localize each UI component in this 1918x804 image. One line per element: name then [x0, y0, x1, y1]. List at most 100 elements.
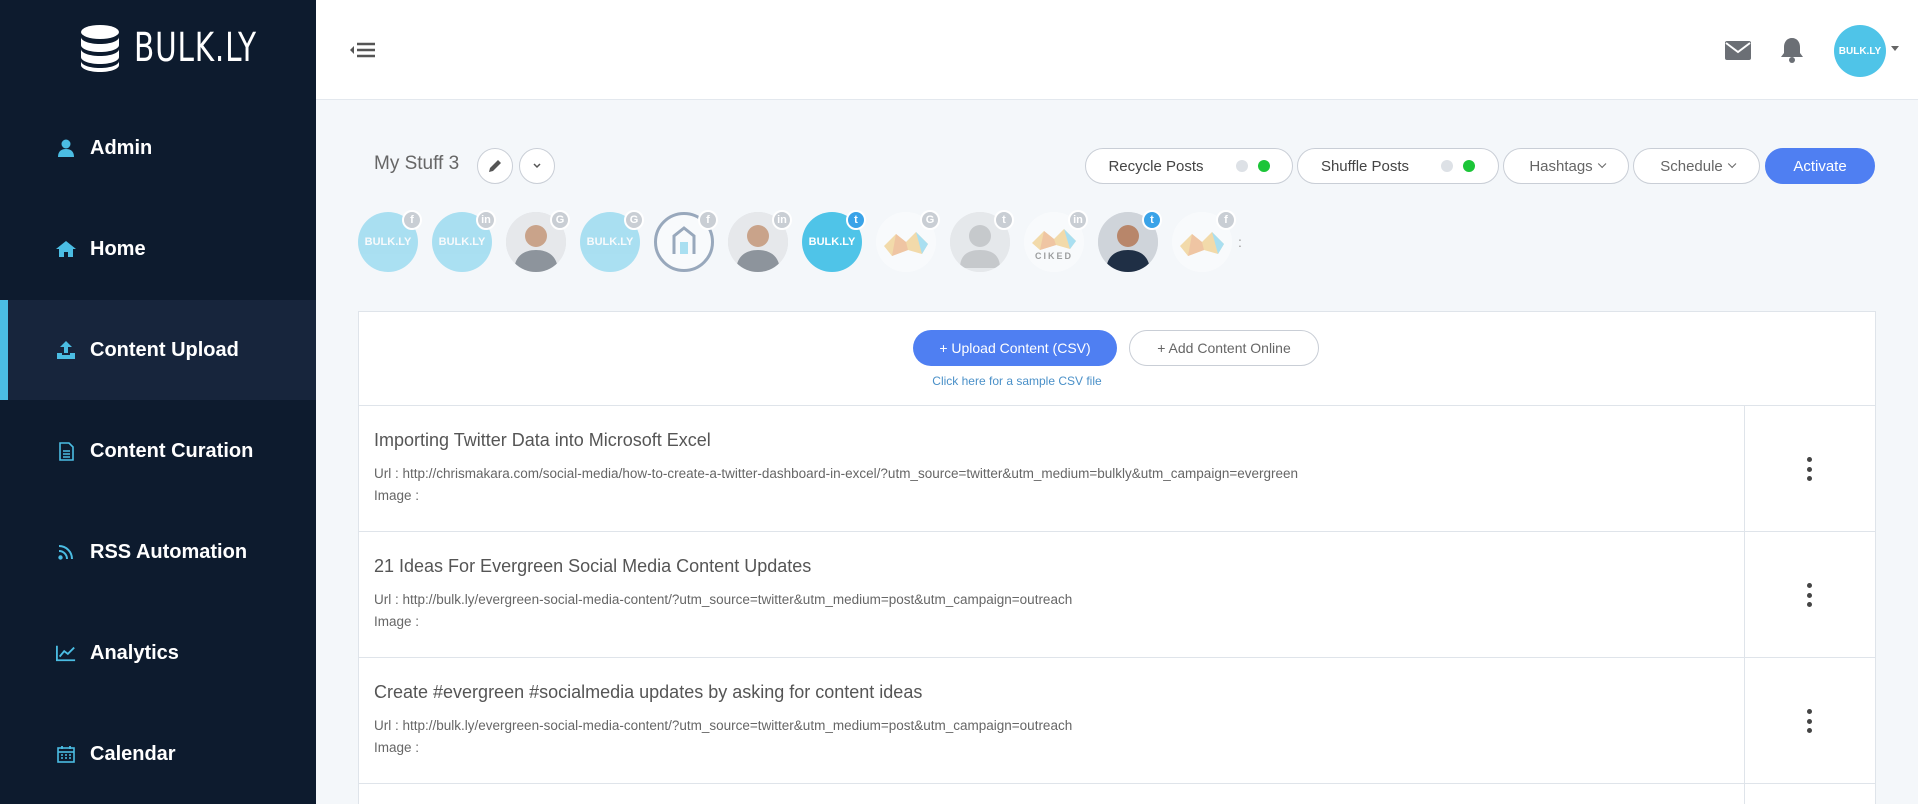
table-row: Importing Twitter Data into Microsoft Ex… [359, 405, 1875, 532]
post-image: Image : [374, 614, 420, 629]
linkedin-icon: in [476, 210, 496, 230]
rss-icon [56, 542, 76, 562]
profile-avatar[interactable]: f [1172, 210, 1236, 272]
kebab-dot-icon [1806, 476, 1812, 481]
messages-button[interactable] [1724, 36, 1752, 64]
post-url: Url : http://bulk.ly/evergreen-social-me… [374, 718, 1073, 733]
chart-line-icon [56, 643, 76, 663]
activate-button[interactable]: Activate [1765, 148, 1875, 184]
profile-avatar[interactable]: t [1098, 210, 1162, 272]
profile-avatar[interactable]: BULK.LY f [358, 210, 422, 272]
kebab-dot-icon [1806, 466, 1812, 472]
kebab-dot-icon [1806, 718, 1812, 724]
post-content: Importing Twitter Data into Microsoft Ex… [359, 406, 1745, 532]
toggle-on-indicator [1257, 160, 1270, 172]
kebab-dot-icon [1806, 583, 1812, 588]
add-content-online-button[interactable]: + Add Content Online [1129, 330, 1319, 366]
table-row [359, 783, 1875, 804]
kebab-dot-icon [1806, 592, 1812, 598]
post-actions-button[interactable] [1799, 706, 1819, 736]
sample-csv-link[interactable]: Click here for a sample CSV file [927, 374, 1107, 388]
toggle-off-indicator [1235, 160, 1248, 172]
kebab-dot-icon [1806, 728, 1812, 733]
sidebar-item-label: Content Curation [90, 439, 254, 462]
add-content-label: + Add Content Online [1157, 340, 1291, 356]
database-icon [81, 25, 119, 72]
twitter-icon: t [846, 210, 866, 230]
post-title: Importing Twitter Data into Microsoft Ex… [374, 430, 711, 450]
profile-avatar[interactable]: BULK.LY t [802, 210, 866, 272]
google-icon: G [624, 210, 644, 230]
page-title: My Stuff 3 [374, 153, 460, 174]
sidebar-item-label: Home [90, 237, 146, 260]
profile-avatar[interactable]: G [876, 210, 940, 272]
notifications-button[interactable] [1778, 36, 1806, 64]
ciked-label: CIKED [1034, 251, 1073, 261]
upload-csv-label: + Upload Content (CSV) [939, 340, 1091, 356]
recycle-posts-toggle[interactable]: Recycle Posts [1085, 148, 1293, 184]
sidebar-item-content-curation[interactable]: Content Curation [0, 401, 316, 501]
google-icon: G [550, 210, 570, 230]
chevron-down-icon [1727, 159, 1737, 169]
sidebar-item-calendar[interactable]: Calendar [0, 704, 316, 804]
post-content [359, 784, 1745, 804]
user-avatar[interactable]: BULK.LY [1834, 25, 1886, 77]
edit-title-button[interactable] [477, 148, 513, 184]
post-actions-button[interactable] [1799, 454, 1819, 484]
sidebar-item-label: Admin [90, 136, 153, 159]
document-icon [56, 441, 76, 461]
sidebar-item-rss-automation[interactable]: RSS Automation [0, 502, 316, 602]
profile-avatar[interactable]: f [654, 210, 718, 272]
brand-logo[interactable]: BULK.LY [80, 24, 284, 72]
linkedin-icon: in [1068, 210, 1088, 230]
post-image: Image : [374, 488, 420, 503]
user-icon [56, 138, 76, 158]
list-options-button[interactable] [519, 148, 555, 184]
schedule-dropdown[interactable]: Schedule [1633, 148, 1760, 184]
post-url: Url : http://chrismakara.com/social-medi… [374, 466, 1299, 481]
sidebar-item-label: RSS Automation [90, 540, 248, 563]
post-content: Create #evergreen #socialmedia updates b… [359, 658, 1745, 784]
sidebar-item-label: Calendar [90, 742, 176, 765]
twitter-icon: t [1142, 210, 1162, 230]
social-profiles: BULK.LY f BULK.LY in G BULK.LY G f in BU… [358, 210, 1258, 272]
profile-avatar[interactable]: BULK.LY in [432, 210, 496, 272]
linkedin-icon: in [772, 210, 792, 230]
shuffle-posts-toggle[interactable]: Shuffle Posts [1297, 148, 1499, 184]
sidebar-item-home[interactable]: Home [0, 199, 316, 299]
twitter-icon: t [994, 210, 1014, 230]
post-title: Create #evergreen #socialmedia updates b… [374, 682, 923, 702]
google-icon: G [920, 210, 940, 230]
recycle-posts-label: Recycle Posts [1108, 157, 1204, 175]
profile-avatar[interactable]: t [950, 210, 1014, 272]
hashtags-dropdown[interactable]: Hashtags [1503, 148, 1629, 184]
post-title: 21 Ideas For Evergreen Social Media Cont… [374, 556, 812, 576]
sidebar-item-label: Analytics [90, 641, 179, 664]
profile-avatar[interactable]: BULK.LY G [580, 210, 644, 272]
menu-collapse-icon [350, 42, 375, 58]
more-profiles-icon[interactable]: : [1238, 234, 1242, 250]
kebab-dot-icon [1806, 602, 1812, 607]
sidebar-item-admin[interactable]: Admin [0, 98, 316, 198]
sidebar-item-content-upload[interactable]: Content Upload [0, 300, 316, 400]
facebook-icon: f [1216, 210, 1236, 230]
chevron-down-icon [533, 163, 541, 169]
menu-toggle-button[interactable] [348, 38, 378, 62]
facebook-icon: f [402, 210, 422, 230]
toggle-off-indicator [1441, 160, 1454, 172]
sidebar-item-analytics[interactable]: Analytics [0, 603, 316, 703]
hashtags-label: Hashtags [1529, 157, 1593, 175]
profile-avatar[interactable]: in [728, 210, 792, 272]
kebab-dot-icon [1806, 709, 1812, 714]
sidebar-item-label: Content Upload [90, 338, 239, 361]
profile-avatar[interactable]: CIKED in [1024, 210, 1088, 272]
upload-csv-button[interactable]: + Upload Content (CSV) [913, 330, 1117, 366]
brand-name: BULK.LY [134, 25, 257, 71]
calendar-icon [56, 744, 76, 764]
user-menu-caret-icon[interactable] [1891, 46, 1899, 51]
home-icon [56, 239, 76, 259]
profile-avatar[interactable]: G [506, 210, 570, 272]
chevron-down-icon [1597, 159, 1607, 169]
post-actions-button[interactable] [1799, 580, 1819, 610]
kebab-dot-icon [1806, 457, 1812, 462]
